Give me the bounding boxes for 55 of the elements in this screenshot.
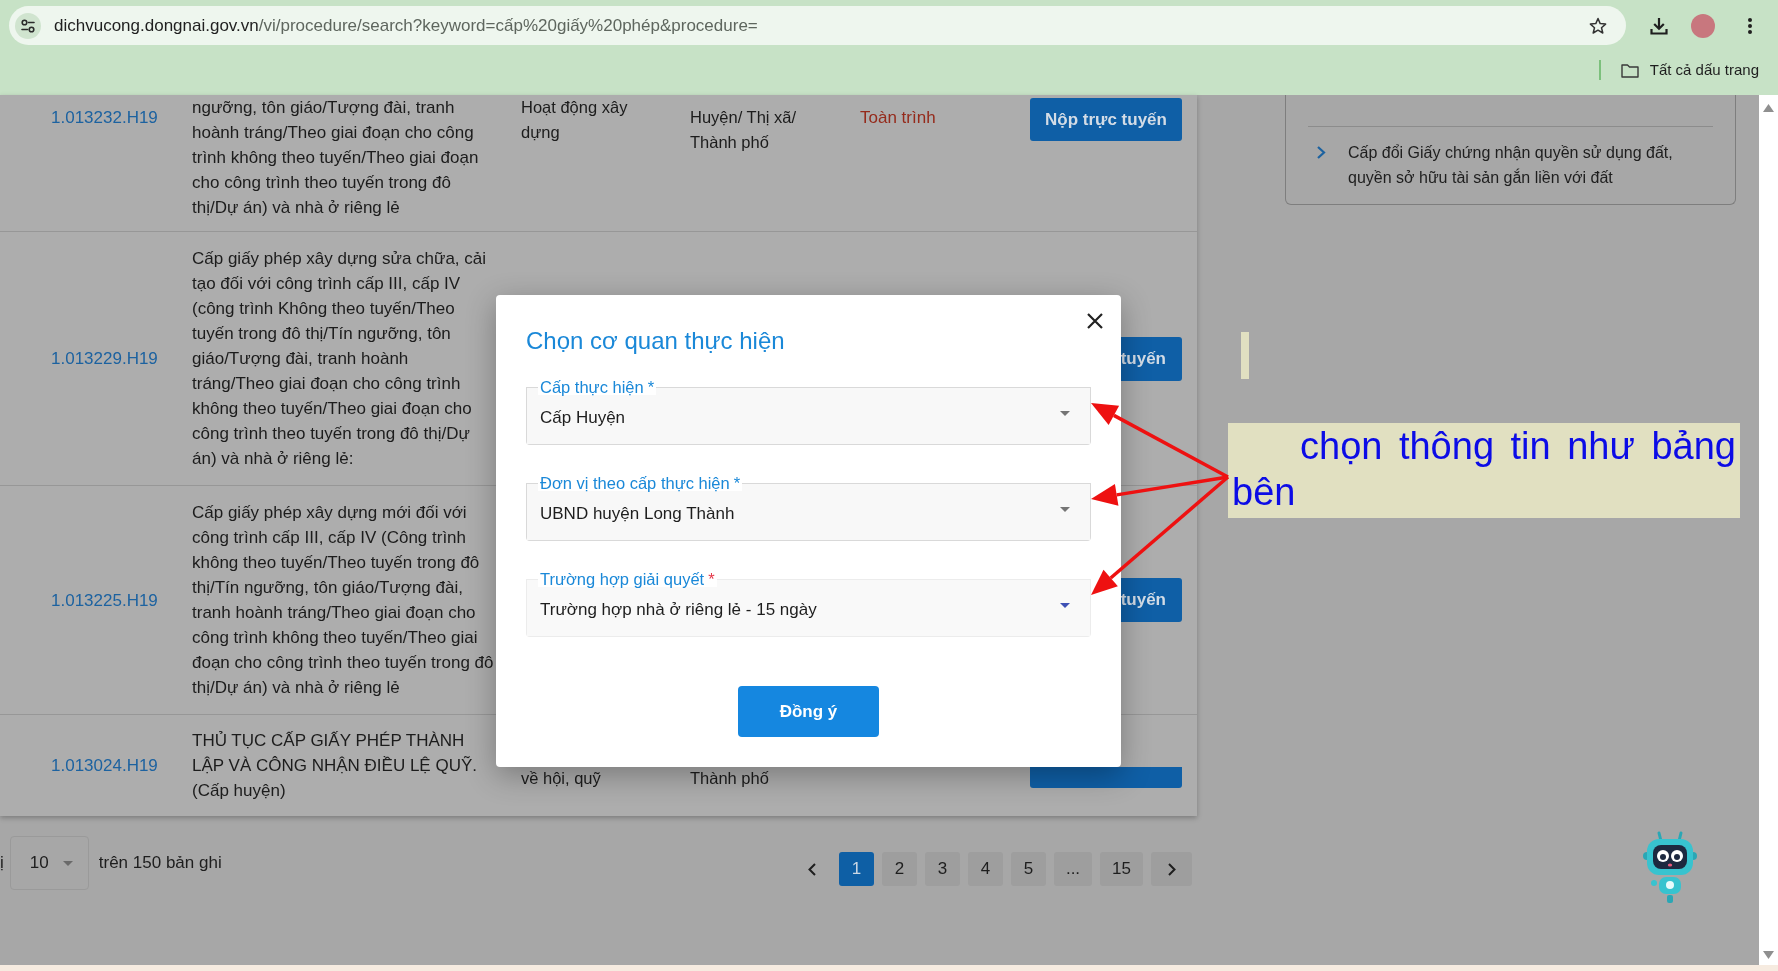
page-size-label: ị [0,852,4,875]
chevron-left-icon[interactable] [807,862,816,876]
field-label: Cấp thực hiện * [538,379,657,395]
select-field[interactable]: Cấp thực hiện * Cấp Huyện [526,379,1091,445]
next-page-button[interactable] [1151,852,1192,886]
url-text[interactable]: dichvucong.dongnai.gov.vn/vi/procedure/search?keyword=cấp%20giấy%20phép&procedure= [54,12,758,39]
table-cell-text: Thành phố [690,767,770,789]
online-submit-button[interactable]: tuyến [1121,336,1182,381]
page-button[interactable]: 2 [881,852,917,886]
procedure-link[interactable]: Cấp đổi Giấy chứng nhận quyền sử dụng đất, quyền sở hữu tài sản gắn liền với đất [1308,127,1713,204]
record-count: trên 150 bản ghi [98,852,222,875]
menu-icon[interactable] [1748,17,1752,34]
page-button[interactable]: 3 [924,852,960,886]
address-bar[interactable]: dichvucong.dongnai.gov.vn/vi/procedure/search?keyword=cấp%20giấy%20phép&procedure= [9,6,1626,45]
status-text: Toàn trình [860,107,937,129]
annotation-note: chọn thông tin như bảng bên [1228,423,1740,518]
caret-down-icon[interactable] [1060,506,1070,512]
download-icon[interactable] [1649,15,1669,36]
page-button[interactable]: 1 [838,852,874,886]
dialog-title: Chọn cơ quan thực hiện [526,326,785,356]
page-button[interactable]: 5 [1010,852,1046,886]
select-field[interactable]: Đơn vị theo cấp thực hiện * UBND huyện Long Thành [526,475,1091,541]
highlight-bar [1241,332,1249,379]
scroll-down-arrow-icon[interactable] [1763,951,1774,959]
page-button[interactable]: ... [1053,852,1093,886]
procedure-name: Cấp giấy phép xây dựng mới đối với công trình cấp III, cấp IV (Công trình không theo tuyến/Theo tuyến trong đô thị/Tín ngưỡng, tôn giáo/Tượng đài, tranh hoành tráng/Theo giai đoạn cho công trình không theo tuyến/Theo giai đoạn cho công trình theo tuyến trong đô thị/Dự án) và nhà ở riêng lẻ [192,502,495,699]
page-button[interactable]: 15 [1100,852,1143,886]
selected-value: Cấp Huyện [540,408,627,428]
caret-down-icon[interactable] [1060,602,1070,608]
confirm-button[interactable]: Đồng ý [738,686,879,737]
tune-icon[interactable] [15,12,41,39]
online-submit-button[interactable]: Nộp trực tuyến [1030,98,1182,141]
selected-value: UBND huyện Long Thành [540,504,736,524]
scroll-up-arrow-icon[interactable] [1763,104,1774,112]
all-bookmarks-button[interactable]: Tất cả dấu trang [1620,58,1759,82]
online-submit-button[interactable]: tuyến [1121,578,1182,622]
robot-icon[interactable] [1642,831,1698,905]
table-cell-text: Huyện/ Thị xã/ Thành phố [690,107,798,153]
folder-icon[interactable] [1620,62,1639,78]
table-cell-text: về hội, quỹ [521,767,602,789]
field-label: Đơn vị theo cấp thực hiện * [538,475,743,491]
page-size-select[interactable]: 10 [9,836,89,890]
field-label: Trường hợp giải quyết * [538,571,717,587]
procedure-name: ngưỡng, tôn giáo/Tượng đài, tranh hoành tráng/Theo giai đoạn cho công trình không theo tuyến/Theo giai đoạn cho công trình theo tuyến trong đô thị/Dự án) và nhà ở riêng lẻ [192,97,480,219]
caret-down-icon[interactable] [1060,410,1070,416]
procedure-name: THỦ TỤC CẤP GIẤY PHÉP THÀNH LẬP VÀ CÔNG NHẬN ĐIỀU LỆ QUỸ. (Cấp huyện) [192,730,478,802]
close-icon[interactable] [1086,312,1104,330]
select-field[interactable]: Trường hợp giải quyết * Trường hợp nhà ở riêng lẻ - 15 ngày [526,571,1091,637]
procedure-name: Cấp giấy phép xây dựng sửa chữa, cải tạo đối với công trình cấp III, cấp IV (công trình Không theo tuyến/Theo tuyến trong đô thị/Tín ngưỡng, tôn giáo/Tượng đài, tranh hoành tráng/Theo giai đoạn cho công trình không theo tuyến/Theo giai đoạn cho công trình theo tuyến trong đô thị/Dự án) và nhà ở riêng lẻ: [192,248,488,470]
table-cell-text: Hoạt động xây dựng [521,97,629,143]
star-icon[interactable] [1589,16,1607,35]
scrollbar-track[interactable] [1759,95,1778,965]
selected-value: Trường hợp nhà ở riêng lẻ - 15 ngày [540,600,818,620]
chevron-right-icon[interactable] [1167,862,1176,876]
page-button[interactable]: 4 [967,852,1003,886]
